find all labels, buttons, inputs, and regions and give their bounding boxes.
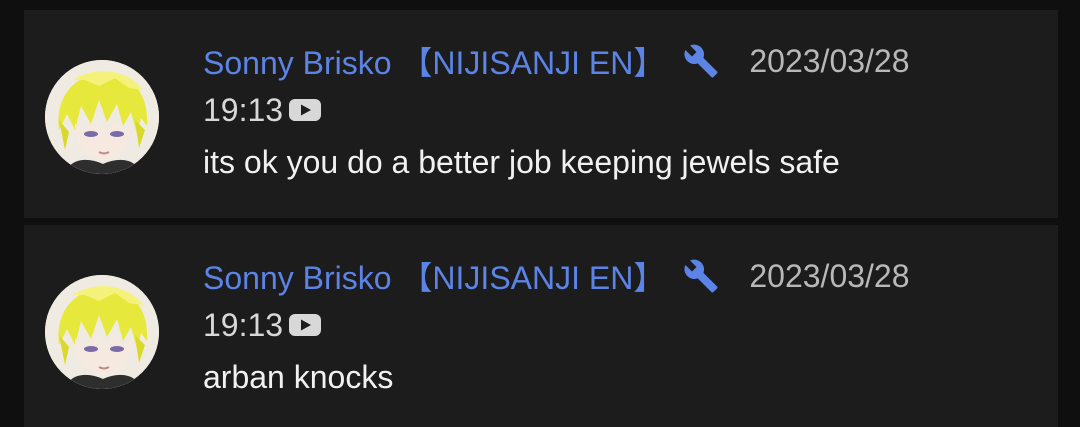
message-date: 2023/03/28: [749, 42, 910, 79]
message-text: its ok you do a better job keeping jewel…: [203, 144, 840, 180]
message-header: Sonny Brisko 【NIJISANJI EN】 2023/03/28: [203, 40, 1038, 82]
avatar[interactable]: [45, 60, 159, 174]
author-name[interactable]: Sonny Brisko 【NIJISANJI EN】: [203, 38, 665, 84]
message-time: 19:13: [203, 91, 284, 128]
message-header: Sonny Brisko 【NIJISANJI EN】 2023/03/28: [203, 255, 1038, 297]
message-date: 2023/03/28: [749, 257, 910, 294]
chat-message[interactable]: Sonny Brisko 【NIJISANJI EN】 2023/03/28 1…: [24, 10, 1058, 218]
avatar-image: [45, 275, 159, 389]
message-text: arban knocks: [203, 359, 394, 395]
youtube-icon: [287, 312, 323, 338]
author-name[interactable]: Sonny Brisko 【NIJISANJI EN】: [203, 253, 665, 299]
avatar-image: [45, 60, 159, 174]
wrench-icon: [683, 258, 719, 294]
message-time-line: 19:13: [203, 301, 1038, 349]
message-time: 19:13: [203, 306, 284, 343]
wrench-icon: [683, 43, 719, 79]
avatar[interactable]: [45, 275, 159, 389]
message-time-line: 19:13: [203, 86, 1038, 134]
message-body: Sonny Brisko 【NIJISANJI EN】 2023/03/28 1…: [203, 255, 1038, 405]
message-body: Sonny Brisko 【NIJISANJI EN】 2023/03/28 1…: [203, 40, 1038, 190]
chat-message[interactable]: Sonny Brisko 【NIJISANJI EN】 2023/03/28 1…: [24, 225, 1058, 427]
youtube-icon: [287, 97, 323, 123]
chat-feed: Sonny Brisko 【NIJISANJI EN】 2023/03/28 1…: [0, 0, 1080, 427]
